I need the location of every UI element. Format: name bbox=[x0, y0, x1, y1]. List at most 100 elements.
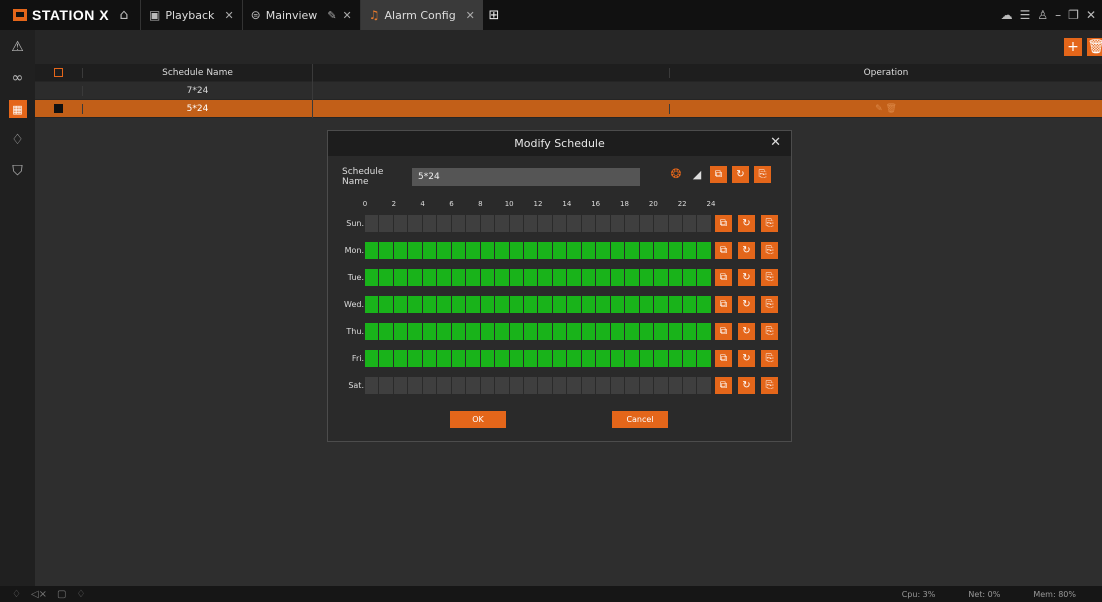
hour-cell[interactable] bbox=[523, 323, 538, 340]
reset-day-button[interactable]: ↻ bbox=[738, 350, 755, 367]
hour-cell[interactable] bbox=[509, 269, 523, 286]
hour-cell[interactable] bbox=[654, 242, 668, 259]
hour-cell[interactable] bbox=[466, 377, 480, 394]
hour-cell[interactable] bbox=[437, 296, 451, 313]
hour-cell[interactable] bbox=[495, 377, 509, 394]
close-window-icon[interactable]: ✕ bbox=[1086, 8, 1096, 22]
hour-cell[interactable] bbox=[437, 269, 451, 286]
paste-all-button[interactable]: ⎘ bbox=[754, 166, 771, 183]
copy-day-button[interactable]: ⧉ bbox=[715, 323, 732, 340]
hour-cell[interactable] bbox=[625, 269, 639, 286]
copy-day-button[interactable]: ⧉ bbox=[715, 269, 732, 286]
delete-button[interactable]: 🗑 bbox=[1087, 38, 1102, 56]
hour-cell[interactable] bbox=[552, 323, 567, 340]
hour-cell[interactable] bbox=[625, 350, 639, 367]
table-row[interactable]: 7*24 bbox=[35, 81, 1102, 100]
hour-cell[interactable] bbox=[567, 377, 581, 394]
rail-link-icon[interactable]: ∞ bbox=[0, 64, 35, 92]
hour-cell[interactable] bbox=[697, 323, 711, 340]
hour-cell[interactable] bbox=[596, 215, 610, 232]
hour-cell[interactable] bbox=[509, 242, 523, 259]
hour-cell[interactable] bbox=[480, 296, 495, 313]
cloud-icon[interactable]: ☁ bbox=[1001, 8, 1013, 22]
hour-cell[interactable] bbox=[437, 242, 451, 259]
hour-cell[interactable] bbox=[437, 323, 451, 340]
hour-cell[interactable] bbox=[538, 215, 552, 232]
hour-cell[interactable] bbox=[466, 215, 480, 232]
hour-cell[interactable] bbox=[466, 350, 480, 367]
hour-cell[interactable] bbox=[567, 323, 581, 340]
hour-cell[interactable] bbox=[581, 350, 596, 367]
reset-day-button[interactable]: ↻ bbox=[738, 242, 755, 259]
hour-cell[interactable] bbox=[625, 296, 639, 313]
add-button[interactable]: + bbox=[1064, 38, 1082, 56]
hour-cell[interactable] bbox=[610, 377, 625, 394]
reset-day-button[interactable]: ↻ bbox=[738, 323, 755, 340]
hour-cell[interactable] bbox=[523, 296, 538, 313]
hour-cell[interactable] bbox=[610, 350, 625, 367]
hour-cell[interactable] bbox=[379, 296, 393, 313]
hour-cell[interactable] bbox=[422, 269, 437, 286]
hour-cell[interactable] bbox=[697, 350, 711, 367]
hour-cell[interactable] bbox=[668, 323, 682, 340]
record-icon[interactable]: ▢ bbox=[57, 589, 66, 600]
day-time-grid[interactable] bbox=[365, 350, 711, 367]
hour-cell[interactable] bbox=[567, 242, 581, 259]
hour-cell[interactable] bbox=[480, 350, 495, 367]
hour-cell[interactable] bbox=[451, 215, 466, 232]
hour-cell[interactable] bbox=[379, 323, 393, 340]
eraser-icon[interactable]: ◢ bbox=[689, 168, 705, 181]
hour-cell[interactable] bbox=[552, 296, 567, 313]
hour-cell[interactable] bbox=[567, 215, 581, 232]
restore-icon[interactable]: ❐ bbox=[1068, 8, 1079, 22]
hour-cell[interactable] bbox=[552, 215, 567, 232]
row-checkbox[interactable] bbox=[54, 104, 63, 113]
hour-cell[interactable] bbox=[523, 242, 538, 259]
cancel-button[interactable]: Cancel bbox=[612, 411, 668, 428]
rail-schedule-icon[interactable]: ▦ bbox=[0, 95, 35, 123]
hour-cell[interactable] bbox=[495, 269, 509, 286]
close-icon[interactable]: ✕ bbox=[224, 9, 233, 22]
hour-cell[interactable] bbox=[567, 296, 581, 313]
hour-cell[interactable] bbox=[610, 215, 625, 232]
menu-icon[interactable]: ☰ bbox=[1020, 8, 1031, 22]
hour-cell[interactable] bbox=[668, 350, 682, 367]
hour-cell[interactable] bbox=[480, 323, 495, 340]
hour-cell[interactable] bbox=[451, 296, 466, 313]
hour-cell[interactable] bbox=[538, 296, 552, 313]
hour-cell[interactable] bbox=[509, 323, 523, 340]
paste-day-button[interactable]: ⎘ bbox=[761, 350, 778, 367]
hour-cell[interactable] bbox=[697, 269, 711, 286]
hour-cell[interactable] bbox=[365, 377, 379, 394]
hour-cell[interactable] bbox=[552, 377, 567, 394]
hour-cell[interactable] bbox=[480, 377, 495, 394]
hour-cell[interactable] bbox=[581, 242, 596, 259]
hour-cell[interactable] bbox=[365, 269, 379, 286]
hour-cell[interactable] bbox=[639, 296, 654, 313]
hour-cell[interactable] bbox=[408, 377, 422, 394]
hour-cell[interactable] bbox=[379, 377, 393, 394]
hour-cell[interactable] bbox=[682, 215, 697, 232]
bell-icon[interactable]: ♢ bbox=[77, 589, 86, 600]
copy-day-button[interactable]: ⧉ bbox=[715, 350, 732, 367]
hour-cell[interactable] bbox=[379, 242, 393, 259]
hour-cell[interactable] bbox=[393, 377, 408, 394]
hour-cell[interactable] bbox=[639, 269, 654, 286]
hour-cell[interactable] bbox=[538, 350, 552, 367]
hour-cell[interactable] bbox=[495, 215, 509, 232]
close-icon[interactable]: ✕ bbox=[466, 9, 475, 22]
hour-cell[interactable] bbox=[365, 215, 379, 232]
day-time-grid[interactable] bbox=[365, 296, 711, 313]
hour-cell[interactable] bbox=[408, 296, 422, 313]
hour-cell[interactable] bbox=[480, 242, 495, 259]
hour-cell[interactable] bbox=[523, 269, 538, 286]
hour-cell[interactable] bbox=[625, 377, 639, 394]
hour-cell[interactable] bbox=[408, 242, 422, 259]
reset-all-button[interactable]: ↻ bbox=[732, 166, 749, 183]
day-time-grid[interactable] bbox=[365, 215, 711, 232]
hour-cell[interactable] bbox=[365, 323, 379, 340]
paste-day-button[interactable]: ⎘ bbox=[761, 323, 778, 340]
hour-cell[interactable] bbox=[480, 269, 495, 286]
hour-cell[interactable] bbox=[567, 269, 581, 286]
hour-cell[interactable] bbox=[625, 242, 639, 259]
